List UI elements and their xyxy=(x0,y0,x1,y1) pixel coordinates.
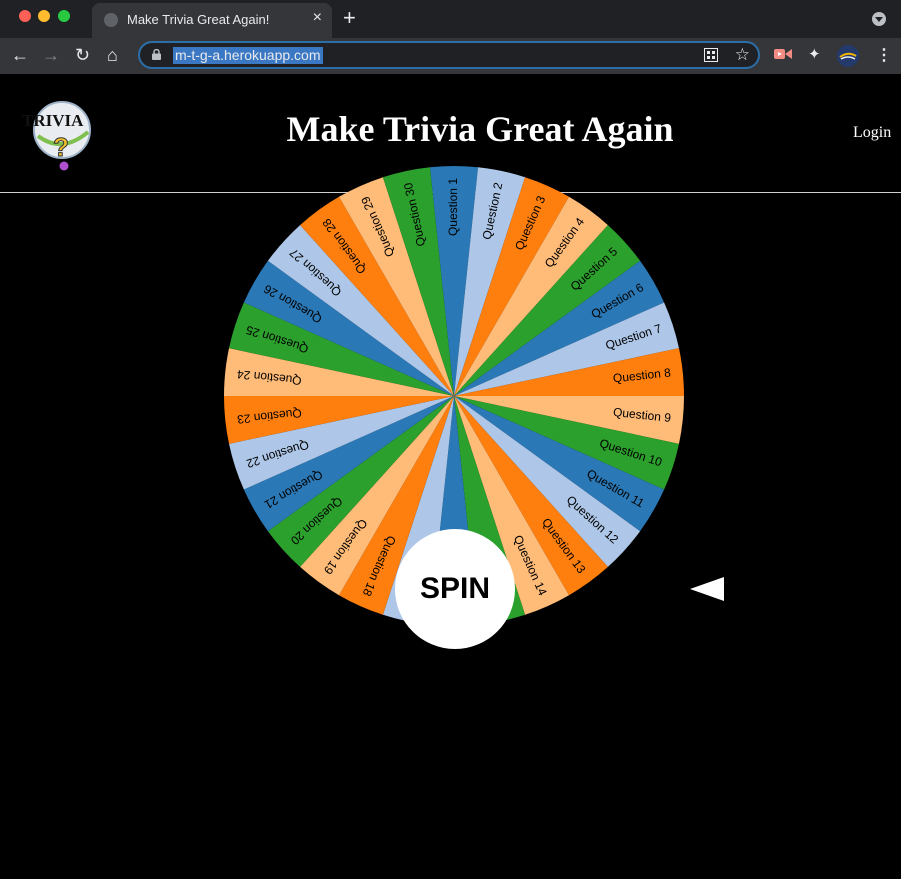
wheel-pointer-icon xyxy=(690,577,724,601)
home-icon[interactable]: ⌂ xyxy=(107,44,118,66)
url-text[interactable]: m-t-g-a.herokuapp.com xyxy=(173,47,323,64)
profile-avatar[interactable] xyxy=(837,45,859,67)
extensions-puzzle-icon[interactable]: ✦ xyxy=(808,45,821,63)
close-window-button[interactable] xyxy=(19,10,31,22)
page-title: Make Trivia Great Again xyxy=(286,109,674,149)
maximize-window-button[interactable] xyxy=(58,10,70,22)
qr-code-icon[interactable] xyxy=(704,48,718,62)
bookmark-star-icon[interactable]: ☆ xyxy=(735,45,750,65)
spin-button[interactable]: SPIN xyxy=(395,529,515,649)
address-bar[interactable]: m-t-g-a.herokuapp.com ☆ xyxy=(138,41,760,69)
lock-icon xyxy=(152,49,161,60)
browser-toolbar: ← → ↻ ⌂ m-t-g-a.herokuapp.com ☆ ✦ ⋮ xyxy=(0,38,901,74)
close-tab-icon[interactable]: × xyxy=(313,9,322,27)
wheel-segment-label: Question 1 xyxy=(446,178,460,236)
reload-icon[interactable]: ↻ xyxy=(75,44,90,66)
video-extension-icon[interactable] xyxy=(774,47,792,61)
browser-menu-icon[interactable]: ⋮ xyxy=(876,45,892,65)
new-tab-icon[interactable]: + xyxy=(343,5,356,31)
browser-tab[interactable]: Make Trivia Great Again! × xyxy=(92,3,332,38)
login-link[interactable]: Login xyxy=(853,124,891,142)
globe-icon xyxy=(104,13,118,27)
back-icon[interactable]: ← xyxy=(11,44,29,66)
tab-title: Make Trivia Great Again! xyxy=(127,12,270,27)
tab-search-icon[interactable] xyxy=(872,12,886,26)
forward-icon[interactable]: → xyxy=(42,44,60,66)
minimize-window-button[interactable] xyxy=(38,10,50,22)
browser-tab-strip: Make Trivia Great Again! × + xyxy=(0,0,901,38)
